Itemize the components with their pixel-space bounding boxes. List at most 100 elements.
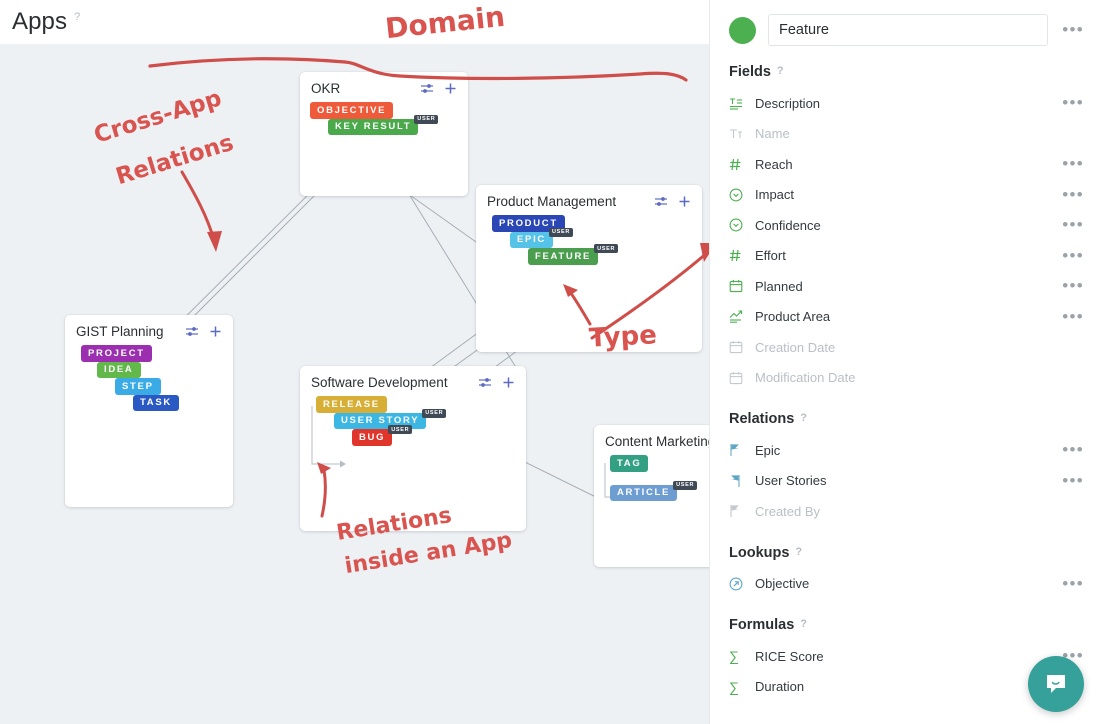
entity-badge[interactable]: BUG — [352, 429, 393, 446]
app-card-okr[interactable]: OKR OBJECTIVE KEY RESULT USER — [300, 72, 468, 196]
field-more-menu[interactable]: ••• — [1060, 216, 1086, 233]
apps-help-icon[interactable]: ? — [74, 11, 80, 23]
chat-bubble-icon — [1047, 675, 1065, 693]
entity-row[interactable]: EPIC USER — [484, 227, 692, 248]
entity-row[interactable]: TAG — [602, 455, 709, 472]
relation-more-menu[interactable]: ••• — [1060, 472, 1086, 489]
sigma-icon: ∑ — [729, 678, 739, 695]
apps-canvas[interactable]: OKR OBJECTIVE KEY RESULT USER Product Ma… — [0, 44, 709, 724]
entity-badge[interactable]: RELEASE — [316, 396, 387, 413]
field-row-modification-date[interactable]: Modification Date ••• — [710, 363, 1100, 394]
entity-more-menu[interactable]: ••• — [1060, 21, 1086, 38]
field-more-menu[interactable]: ••• — [1060, 186, 1086, 203]
entity-badge[interactable]: STEP — [115, 378, 161, 395]
chat-widget-button[interactable] — [1028, 656, 1084, 712]
entity-badge[interactable]: ARTICLE — [610, 484, 678, 501]
lookup-more-menu[interactable]: ••• — [1060, 575, 1086, 592]
relation-more-menu[interactable]: ••• — [1060, 441, 1086, 458]
formula-label: RICE Score — [755, 648, 824, 664]
sliders-icon[interactable] — [654, 195, 669, 208]
card-entities: PRODUCT EPIC USER FEATURE USER — [476, 213, 702, 277]
plus-icon[interactable] — [209, 325, 222, 338]
entity-color-swatch[interactable] — [729, 16, 756, 44]
select-field-icon — [729, 217, 751, 233]
entity-badge[interactable]: OBJECTIVE — [310, 102, 394, 119]
entity-badge[interactable]: USER STORY — [334, 412, 427, 429]
plus-icon[interactable] — [444, 82, 457, 95]
lookup-row-objective[interactable]: Objective ••• — [710, 569, 1100, 600]
field-row-effort[interactable]: Effort ••• — [710, 241, 1100, 272]
field-label: Impact — [755, 187, 795, 203]
entity-name-input[interactable] — [768, 14, 1049, 46]
formulas-help-icon[interactable]: ? — [800, 618, 807, 630]
field-row-confidence[interactable]: Confidence ••• — [710, 210, 1100, 241]
field-row-impact[interactable]: Impact ••• — [710, 180, 1100, 211]
entity-row[interactable]: ARTICLE USER — [602, 480, 709, 501]
field-label: Name — [755, 126, 790, 142]
app-card-content-marketing[interactable]: Content Marketing TAG ARTICLE USER — [594, 425, 709, 567]
field-more-menu[interactable]: ••• — [1060, 94, 1086, 111]
field-row-name[interactable]: Name ••• — [710, 119, 1100, 150]
app-card-product-management[interactable]: Product Management PRODUCT EPIC USER FEA… — [476, 185, 702, 352]
field-more-menu[interactable]: ••• — [1060, 277, 1086, 294]
relation-arrow-icon — [729, 473, 751, 489]
section-title: Fields — [729, 64, 771, 80]
entity-badge[interactable]: TAG — [610, 455, 649, 472]
apps-canvas-pane: Apps ? OKR OBJECTIVE KEY RESULT USER Pro… — [0, 0, 709, 724]
card-actions — [478, 376, 515, 389]
relation-label: User Stories — [755, 473, 827, 489]
date-field-icon — [729, 370, 751, 386]
entity-row[interactable]: STEP — [75, 378, 223, 395]
app-card-software-development[interactable]: Software Development RELEASE USER STORY … — [300, 366, 526, 531]
entity-row[interactable]: IDEA — [75, 361, 223, 378]
sliders-icon[interactable] — [185, 325, 200, 338]
field-row-reach[interactable]: Reach ••• — [710, 149, 1100, 180]
plus-icon[interactable] — [678, 195, 691, 208]
card-header: Content Marketing — [594, 425, 709, 453]
entity-badge[interactable]: TASK — [133, 394, 179, 411]
fields-help-icon[interactable]: ? — [777, 65, 784, 77]
card-actions — [185, 325, 222, 338]
entity-row[interactable]: PROJECT — [75, 345, 223, 362]
relation-row-user-stories[interactable]: User Stories ••• — [710, 466, 1100, 497]
card-entities: TAG ARTICLE USER — [594, 453, 709, 513]
card-actions — [654, 195, 691, 208]
entity-row[interactable]: BUG USER — [308, 425, 516, 446]
plus-icon[interactable] — [502, 376, 515, 389]
section-header-formulas: Formulas ? — [710, 599, 1100, 641]
field-more-menu[interactable]: ••• — [1060, 155, 1086, 172]
sigma-icon: ∑ — [729, 648, 739, 665]
entity-badge[interactable]: PROJECT — [81, 345, 152, 362]
entity-row[interactable]: KEY RESULT USER — [310, 114, 458, 135]
field-row-creation-date[interactable]: Creation Date ••• — [710, 332, 1100, 363]
field-label: Confidence — [755, 217, 821, 233]
entity-badge[interactable]: KEY RESULT — [328, 118, 419, 135]
sliders-icon[interactable] — [478, 376, 493, 389]
number-field-icon — [729, 156, 751, 172]
user-tag: USER — [422, 408, 447, 418]
entity-row[interactable]: PRODUCT — [484, 215, 692, 232]
user-tag: USER — [594, 244, 619, 253]
entity-badge[interactable]: IDEA — [97, 361, 141, 378]
relations-help-icon[interactable]: ? — [800, 412, 807, 424]
field-more-menu[interactable]: ••• — [1060, 247, 1086, 264]
field-label: Reach — [755, 156, 793, 172]
relation-row-epic[interactable]: Epic ••• — [710, 435, 1100, 466]
entity-row[interactable]: FEATURE USER — [484, 244, 692, 265]
field-row-product-area[interactable]: Product Area ••• — [710, 302, 1100, 333]
field-row-planned[interactable]: Planned ••• — [710, 271, 1100, 302]
sliders-icon[interactable] — [420, 82, 435, 95]
field-more-menu[interactable]: ••• — [1060, 308, 1086, 325]
entity-badge[interactable]: FEATURE — [528, 248, 599, 265]
section-title: Lookups — [729, 544, 790, 561]
relation-row-created-by[interactable]: Created By ••• — [710, 496, 1100, 527]
lookups-help-icon[interactable]: ? — [795, 546, 802, 558]
app-card-gist-planning[interactable]: GIST Planning PROJECT IDEA STEP TASK — [65, 315, 233, 507]
entity-row[interactable]: RELEASE — [308, 396, 516, 413]
entity-row[interactable]: TASK — [75, 394, 223, 411]
field-row-description[interactable]: Description ••• — [710, 88, 1100, 119]
card-title: GIST Planning — [76, 324, 164, 339]
field-label: Product Area — [755, 309, 831, 325]
card-title: Content Marketing — [605, 434, 709, 449]
entity-badge[interactable]: EPIC — [510, 231, 553, 248]
